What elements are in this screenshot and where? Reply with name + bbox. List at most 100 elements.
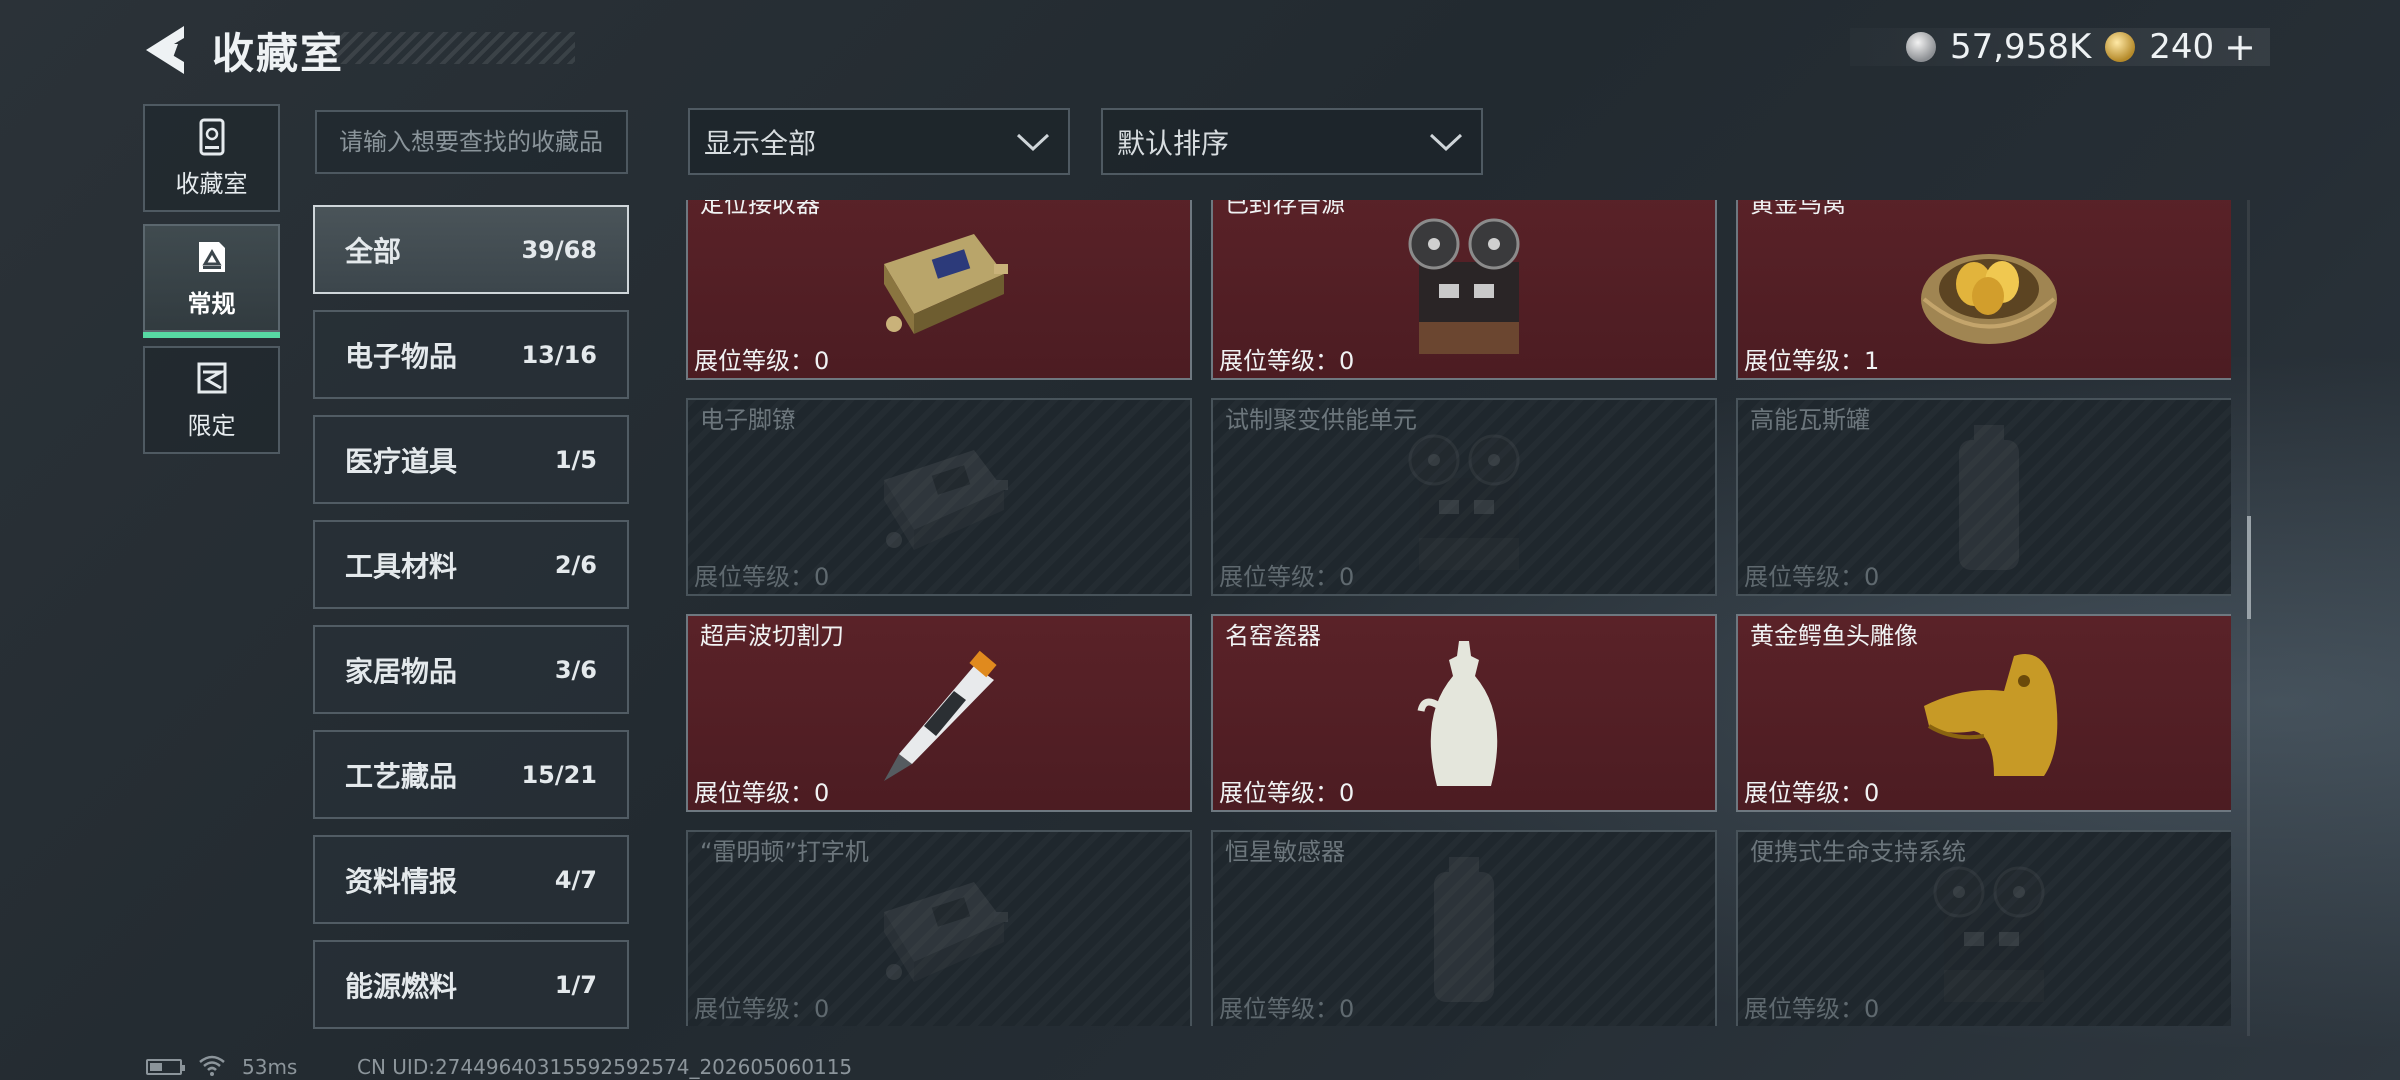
item-display-level: 展位等级：0 (1219, 347, 1355, 375)
category-count: 4/7 (554, 865, 597, 894)
item-image (1904, 852, 2074, 1012)
collection-item-card[interactable]: 黄金鳄鱼头雕像展位等级：0 (1736, 614, 2231, 812)
collection-item-card[interactable]: 超声波切割刀展位等级：0 (686, 614, 1192, 812)
item-image (854, 420, 1024, 580)
item-name: 便携式生命支持系统 (1750, 838, 1966, 866)
category-item[interactable]: 家居物品 3/6 (313, 625, 629, 714)
collection-item-card[interactable]: 已封存音源展位等级：0 (1211, 200, 1717, 380)
sort-value: 默认排序 (1117, 126, 1230, 160)
item-image (1379, 420, 1549, 580)
collection-item-card[interactable]: 黄金鸟窝展位等级：1 (1736, 200, 2231, 380)
item-image (1379, 636, 1549, 796)
item-display-level: 展位等级：0 (694, 347, 830, 375)
category-item[interactable]: 能源燃料 1/7 (313, 940, 629, 1029)
collection-item-card[interactable]: 试制聚变供能单元展位等级：0 (1211, 398, 1717, 596)
category-item[interactable]: 全部 39/68 (313, 205, 629, 294)
scrollbar-thumb[interactable] (2247, 516, 2251, 619)
silver-currency-value: 57,958K (1949, 27, 2092, 67)
wifi-icon (199, 1055, 225, 1076)
item-display-level: 展位等级：0 (1219, 779, 1355, 807)
item-name: 定位接收器 (700, 200, 820, 218)
display-filter-value: 显示全部 (704, 126, 817, 160)
item-name: 已封存音源 (1225, 200, 1345, 218)
silver-coin-icon (1905, 32, 1936, 62)
category-item[interactable]: 工具材料 2/6 (313, 520, 629, 609)
collection-item-card[interactable]: 便携式生命支持系统展位等级：0 (1736, 830, 2231, 1026)
currency-bar: 57,958K 240 + (1850, 25, 2270, 69)
gold-currency-value: 240 (2149, 27, 2215, 67)
vault-icon (199, 118, 224, 155)
item-name: 名窑瓷器 (1225, 622, 1321, 650)
nav-item-regular[interactable]: 常规 (143, 224, 280, 338)
limited-icon (197, 362, 227, 393)
nav-label: 收藏室 (175, 169, 248, 198)
category-name: 家居物品 (345, 654, 458, 688)
item-name: 试制聚变供能单元 (1225, 406, 1417, 434)
nav-label: 限定 (187, 411, 236, 440)
sort-dropdown[interactable]: 默认排序 (1101, 108, 1483, 175)
chevron-down-icon (1429, 133, 1463, 151)
item-image (1904, 420, 2074, 580)
item-name: 恒星敏感器 (1225, 838, 1345, 866)
item-name: 高能瓦斯罐 (1750, 406, 1870, 434)
search-field[interactable] (315, 110, 628, 174)
item-image (1904, 636, 2074, 796)
item-name: 黄金鳄鱼头雕像 (1750, 622, 1918, 650)
category-item[interactable]: 医疗道具 1/5 (313, 415, 629, 504)
category-count: 13/16 (521, 340, 597, 369)
item-name: 黄金鸟窝 (1750, 200, 1846, 218)
search-input[interactable] (339, 128, 604, 156)
collection-item-card[interactable]: 恒星敏感器展位等级：0 (1211, 830, 1717, 1026)
chevron-down-icon (1016, 133, 1050, 151)
category-count: 1/5 (554, 445, 597, 474)
nav-label: 常规 (187, 289, 236, 318)
gold-coin-icon (2105, 32, 2136, 62)
item-image (854, 204, 1024, 364)
item-name: “雷明顿”打字机 (700, 838, 869, 866)
category-name: 电子物品 (345, 339, 458, 373)
collection-grid: 定位接收器 展位等级：0 已封存音源 展位等级：0 黄金鸟窝 展位等级：1 电子脚镣 展位等级… (686, 200, 2231, 1026)
item-image (1379, 204, 1549, 364)
nav-item-limited[interactable]: 限定 (143, 346, 280, 454)
back-arrow-icon[interactable] (140, 22, 190, 78)
category-name: 能源燃料 (345, 969, 458, 1003)
item-image (1904, 204, 2074, 364)
uid-text: CN UID:27449640315592592574_202605060115 (357, 1055, 853, 1079)
item-display-level: 展位等级：0 (1744, 563, 1880, 591)
collection-item-card[interactable]: 定位接收器展位等级：0 (686, 200, 1192, 380)
category-name: 资料情报 (345, 864, 458, 898)
gallery-icon (198, 241, 225, 272)
collection-item-card[interactable]: “雷明顿”打字机展位等级：0 (686, 830, 1192, 1026)
item-display-level: 展位等级：0 (1744, 995, 1880, 1023)
category-item[interactable]: 资料情报 4/7 (313, 835, 629, 924)
category-name: 工艺藏品 (345, 759, 458, 793)
item-image (854, 852, 1024, 1012)
battery-icon (146, 1059, 185, 1075)
collection-item-card[interactable]: 名窑瓷器展位等级：0 (1211, 614, 1717, 812)
item-display-level: 展位等级：0 (694, 995, 830, 1023)
ping-value: 53ms (242, 1055, 298, 1079)
display-filter-dropdown[interactable]: 显示全部 (688, 108, 1070, 175)
item-name: 超声波切割刀 (700, 622, 844, 650)
category-name: 工具材料 (345, 549, 458, 583)
item-display-level: 展位等级：0 (1219, 563, 1355, 591)
category-name: 医疗道具 (345, 444, 458, 478)
item-display-level: 展位等级：1 (1744, 347, 1880, 375)
collection-item-card[interactable]: 电子脚镣展位等级：0 (686, 398, 1192, 596)
item-display-level: 展位等级：0 (1219, 995, 1355, 1023)
category-name: 全部 (345, 234, 402, 268)
add-currency-button[interactable]: + (2224, 25, 2256, 69)
category-item[interactable]: 电子物品 13/16 (313, 310, 629, 399)
category-count: 39/68 (521, 235, 597, 264)
item-display-level: 展位等级：0 (1744, 779, 1880, 807)
item-image (1379, 852, 1549, 1012)
collection-item-card[interactable]: 高能瓦斯罐展位等级：0 (1736, 398, 2231, 596)
item-name: 电子脚镣 (700, 406, 796, 434)
item-display-level: 展位等级：0 (694, 563, 830, 591)
page-title: 收藏室 (212, 29, 345, 78)
category-count: 1/7 (554, 970, 597, 999)
item-image (854, 636, 1024, 796)
item-display-level: 展位等级：0 (694, 779, 830, 807)
category-item[interactable]: 工艺藏品 15/21 (313, 730, 629, 819)
nav-item-vault[interactable]: 收藏室 (143, 104, 280, 212)
